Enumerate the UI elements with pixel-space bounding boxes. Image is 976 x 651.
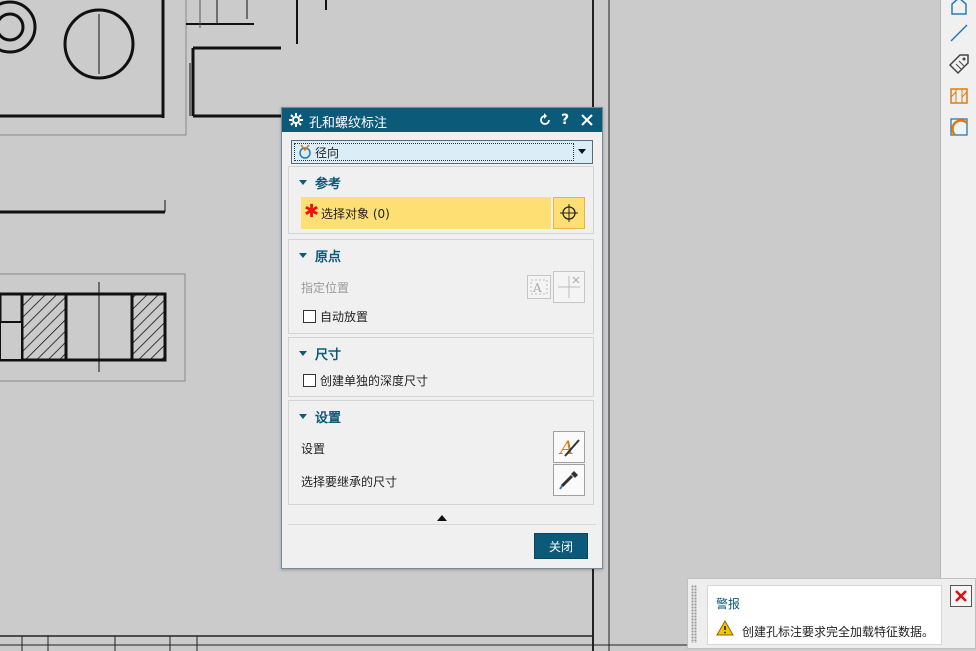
section-origin: 原点 指定位置 A 自动放置 bbox=[288, 239, 594, 334]
section-reference-title: 参考 bbox=[315, 177, 342, 192]
auto-place-checkbox-row[interactable]: 自动放置 bbox=[303, 308, 368, 325]
select-object-label: 选择对象 (0) bbox=[321, 207, 390, 221]
auto-place-label: 自动放置 bbox=[320, 310, 369, 324]
asterisk-icon: ✱ bbox=[304, 201, 320, 222]
alert-message: 创建孔标注要求完全加载特征数据。 bbox=[742, 625, 935, 639]
section-origin-header[interactable]: 原点 bbox=[299, 246, 341, 265]
dialog-title: 孔和螺纹标注 bbox=[309, 116, 388, 131]
crosshair-button[interactable] bbox=[553, 197, 585, 229]
alert-title: 警报 bbox=[716, 597, 741, 611]
close-icon[interactable] bbox=[578, 111, 596, 129]
section-reference-header[interactable]: 参考 bbox=[299, 173, 341, 192]
dialog-separator bbox=[288, 524, 596, 525]
create-depth-label: 创建单独的深度尺寸 bbox=[320, 374, 429, 388]
help-icon[interactable]: ? bbox=[556, 111, 574, 129]
alert-box: 警报 创建孔标注要求完全加载特征数据。 bbox=[707, 585, 942, 645]
close-button[interactable]: 关闭 bbox=[534, 533, 588, 559]
text-style-icon: A bbox=[558, 437, 580, 459]
inherit-label: 选择要继承的尺寸 bbox=[301, 475, 398, 489]
alert-close-button[interactable] bbox=[950, 585, 972, 607]
section-settings-title: 设置 bbox=[315, 411, 342, 426]
chevron-down-icon[interactable] bbox=[578, 149, 586, 154]
alert-panel: 警报 创建孔标注要求完全加载特征数据。 bbox=[687, 578, 976, 649]
crosshair-icon bbox=[560, 204, 578, 222]
eyedropper-icon bbox=[559, 471, 578, 490]
warning-icon bbox=[716, 619, 734, 639]
reset-icon[interactable] bbox=[536, 111, 554, 129]
origin-tool-button[interactable] bbox=[553, 271, 585, 303]
origin-tool-icon bbox=[558, 276, 580, 298]
dialog-titlebar[interactable]: 孔和螺纹标注 ? bbox=[282, 108, 602, 132]
svg-text:A: A bbox=[532, 281, 542, 295]
hole-thread-callout-dialog: 孔和螺纹标注 ? 径向 参考 ✱ 选择对象 (0) 原点 指定位置 A 自动放置… bbox=[281, 107, 603, 569]
select-object-row[interactable]: ✱ 选择对象 (0) bbox=[301, 197, 551, 229]
settings-label: 设置 bbox=[301, 442, 326, 456]
auto-place-checkbox[interactable] bbox=[303, 310, 316, 323]
callout-type-value: 径向 bbox=[315, 146, 340, 160]
text-placement-button[interactable]: A bbox=[527, 275, 551, 299]
collapse-triangle-icon bbox=[299, 253, 307, 258]
settings-style-button[interactable]: A bbox=[553, 431, 585, 463]
collapse-triangle-icon bbox=[299, 180, 307, 185]
section-settings-header[interactable]: 设置 bbox=[299, 407, 341, 426]
line-icon[interactable] bbox=[946, 20, 972, 46]
specify-location-label: 指定位置 bbox=[301, 281, 350, 295]
section-settings: 设置 设置 A 选择要继承的尺寸 bbox=[288, 400, 594, 505]
thread-hatch-icon[interactable] bbox=[946, 83, 972, 109]
section-dimension-header[interactable]: 尺寸 bbox=[299, 344, 341, 363]
collapse-triangle-icon bbox=[299, 414, 307, 419]
collapse-triangle-icon bbox=[299, 351, 307, 356]
text-anchor-icon: A bbox=[530, 279, 548, 295]
radial-type-icon bbox=[297, 144, 313, 163]
hole-callout-icon[interactable] bbox=[946, 114, 972, 140]
gear-icon bbox=[287, 111, 305, 129]
tag-icon-top[interactable] bbox=[946, 0, 972, 20]
callout-type-select[interactable]: 径向 bbox=[291, 140, 593, 164]
section-dimension: 尺寸 创建单独的深度尺寸 bbox=[288, 337, 594, 397]
close-icon bbox=[955, 590, 967, 602]
inherit-dimension-button[interactable] bbox=[553, 464, 585, 496]
section-dimension-title: 尺寸 bbox=[315, 348, 342, 363]
collapse-up-icon[interactable] bbox=[437, 515, 447, 521]
create-depth-checkbox-row[interactable]: 创建单独的深度尺寸 bbox=[303, 372, 428, 389]
right-toolbar bbox=[940, 0, 976, 580]
drag-grip-icon[interactable] bbox=[691, 585, 697, 643]
section-reference: 参考 ✱ 选择对象 (0) bbox=[288, 166, 594, 234]
section-origin-title: 原点 bbox=[315, 250, 342, 265]
label-tag-icon[interactable] bbox=[946, 51, 972, 77]
create-depth-checkbox[interactable] bbox=[303, 374, 316, 387]
